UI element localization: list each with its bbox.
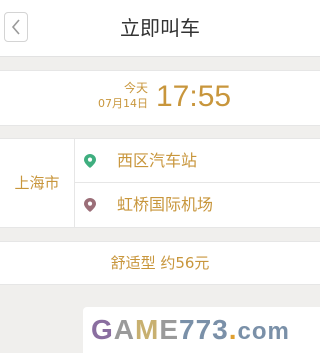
time-day-label: 今天 (123, 81, 148, 95)
city-selector[interactable]: 上海市 (0, 139, 75, 227)
page-title: 立即叫车 (120, 16, 200, 40)
destination-pin-icon (84, 198, 96, 212)
car-type-price-selector[interactable]: 舒适型 约56元 (0, 241, 320, 285)
time-clock-value: 17:55 (156, 80, 232, 113)
destination-field[interactable]: 虹桥国际机场 (75, 183, 320, 226)
route-panel: 上海市 西区汽车站 虹桥国际机场 (0, 138, 320, 228)
destination-text: 虹桥国际机场 (117, 195, 214, 214)
watermark-logo: GAME773.com (83, 307, 320, 353)
time-date-label: 07月14日 (98, 97, 148, 110)
header-bar: 立即叫车 (0, 0, 320, 57)
origin-field[interactable]: 西区汽车站 (75, 139, 320, 183)
departure-time-selector[interactable]: 今天 07月14日 17:55 (0, 70, 320, 126)
origin-text: 西区汽车站 (117, 151, 198, 170)
origin-pin-icon (84, 154, 96, 168)
